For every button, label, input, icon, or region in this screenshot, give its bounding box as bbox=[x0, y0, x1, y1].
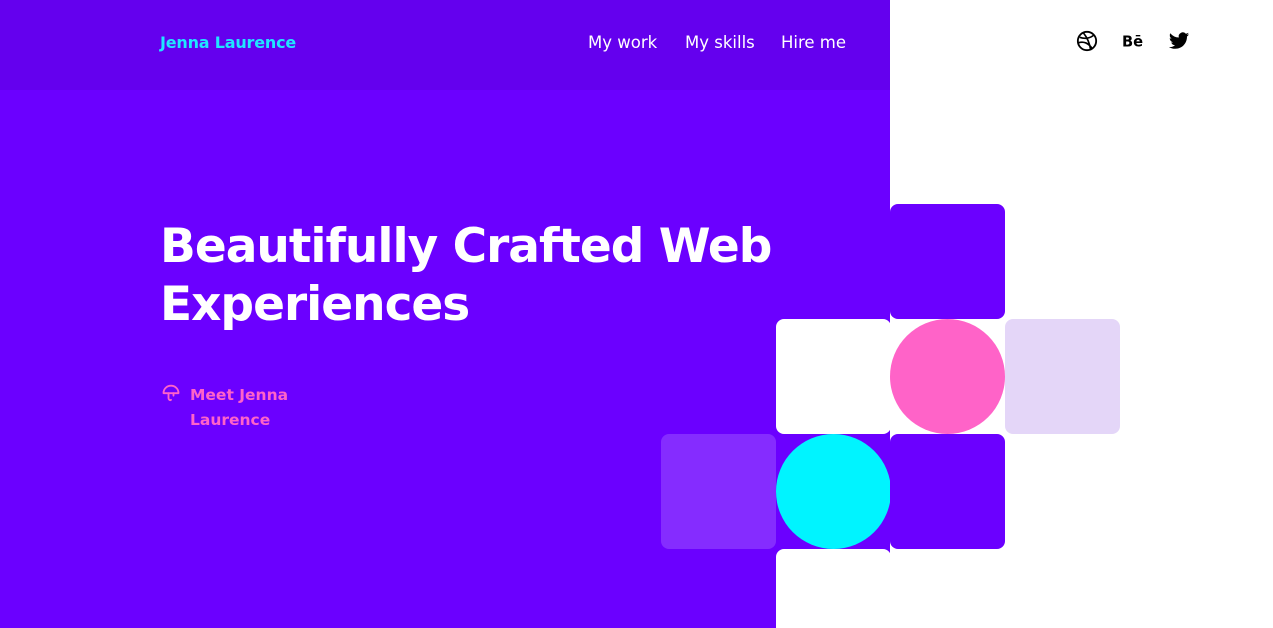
meet-jenna-link[interactable]: Meet Jenna Laurence bbox=[190, 383, 310, 433]
nav-my-skills[interactable]: My skills bbox=[685, 33, 755, 52]
twitter-icon[interactable] bbox=[1168, 30, 1190, 52]
behance-text: Bē bbox=[1122, 34, 1143, 51]
purple-square-tile bbox=[890, 204, 1005, 319]
purple-square-tile bbox=[890, 434, 1005, 549]
dribbble-icon[interactable] bbox=[1076, 30, 1098, 52]
hero-title: Beautifully Crafted Web Experiences bbox=[160, 219, 772, 332]
top-navigation-bar bbox=[0, 0, 890, 90]
nav-hire-me[interactable]: Hire me bbox=[781, 33, 846, 52]
light-purple-square-tile bbox=[661, 434, 776, 549]
nav-my-work[interactable]: My work bbox=[588, 33, 657, 52]
pink-circle-tile bbox=[890, 319, 1005, 434]
brand-logo[interactable]: Jenna Laurence bbox=[160, 33, 296, 52]
white-square-tile bbox=[776, 549, 891, 628]
cyan-circle-tile bbox=[776, 434, 891, 549]
white-square-tile bbox=[776, 319, 891, 434]
mushroom-icon bbox=[162, 384, 180, 402]
lavender-square-tile bbox=[1005, 319, 1120, 434]
behance-icon[interactable]: Bē bbox=[1122, 30, 1144, 52]
